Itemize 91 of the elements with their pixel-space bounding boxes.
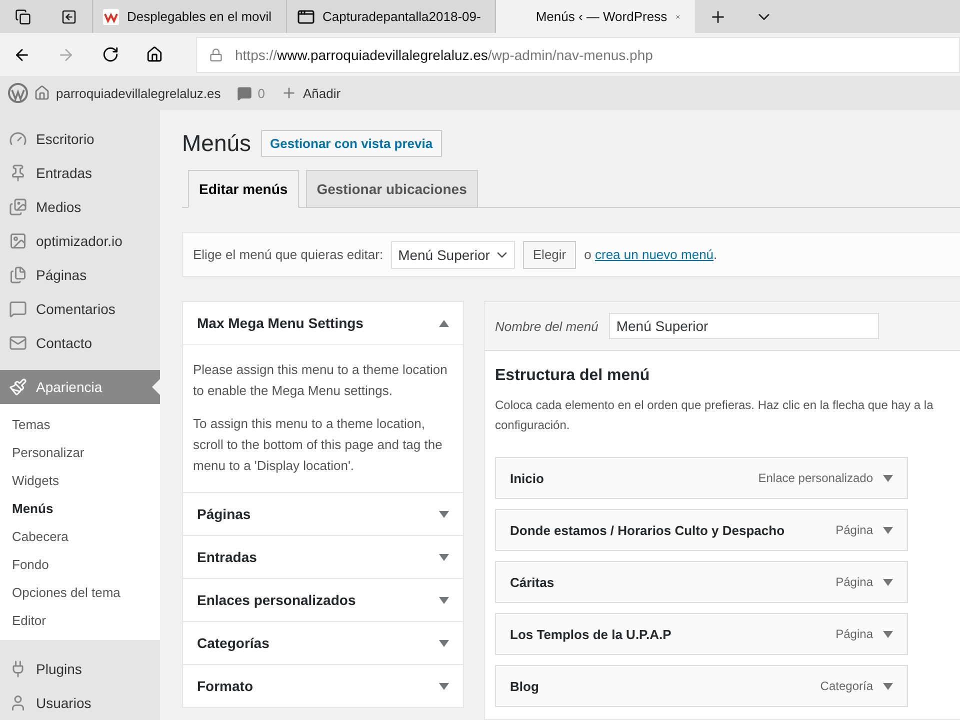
menu-icon (9, 378, 27, 396)
preview-button[interactable]: Gestionar con vista previa (261, 130, 442, 157)
expand-arrow-icon[interactable] (439, 596, 449, 604)
accordion-header[interactable]: Categorías (183, 621, 463, 664)
comment-icon (236, 86, 252, 100)
menu-icon (9, 694, 27, 712)
panel-paragraph: To assign this menu to a theme location, scroll to the bottom of this page and tag the menu to a 'Display location'. (193, 415, 444, 475)
expand-arrow-icon[interactable] (439, 640, 449, 646)
panel-title: Max Mega Menu Settings (197, 315, 364, 331)
menu-item-title: Cáritas (510, 574, 556, 590)
menu-icon (9, 130, 27, 148)
accordion-header[interactable]: Páginas (183, 492, 463, 535)
panel-title: Entradas (197, 549, 257, 565)
accordion-header[interactable]: Formato (183, 664, 463, 707)
address-field[interactable]: https://www.parroquiadevillalegrelaluz.es/wp-admin/nav-menus.php (196, 36, 960, 72)
menu-name-field[interactable]: Menú Superior (609, 313, 880, 339)
panel-title: Formato (197, 678, 253, 694)
menu-item-type: Categoría (820, 679, 873, 693)
description-text: configuración. (495, 417, 571, 434)
accordion-header[interactable]: Enlaces personalizados (183, 578, 463, 621)
submenu-item[interactable]: Menús (0, 494, 160, 522)
submenu-item[interactable]: Fondo (0, 550, 160, 578)
site-favicon-icon (103, 8, 119, 24)
expand-arrow-icon[interactable] (883, 578, 893, 586)
add-new-link[interactable]: Añadir (303, 86, 341, 100)
menu-icon (9, 164, 27, 182)
expand-arrow-icon[interactable] (883, 682, 893, 690)
description-text: Coloca cada elemento en el orden que prefieras. Haz clic en la flecha que hay a la (495, 397, 934, 414)
menu-item-type: Página (836, 627, 873, 641)
accordion-header[interactable]: Max Mega Menu Settings (183, 302, 463, 344)
collapse-arrow-icon[interactable] (439, 320, 449, 326)
select-label: Elige el menú que quieras editar: (193, 247, 384, 262)
expand-arrow-icon[interactable] (439, 510, 449, 518)
sidebar-item[interactable]: Entradas (0, 156, 160, 190)
menu-item[interactable]: Inicio Enlace personalizado (495, 457, 908, 499)
menu-item-title: Inicio (510, 470, 545, 486)
page-tab[interactable]: Gestionar ubicaciones (306, 170, 478, 208)
menu-item-type: Página (836, 523, 873, 537)
panel-paragraph: Please assign this menu to a theme location to enable the Mega Menu settings. (193, 361, 448, 400)
sidebar-item[interactable]: Plugins (0, 652, 160, 686)
sidebar-item[interactable]: Comentarios (0, 292, 160, 326)
home-icon (34, 85, 50, 101)
structure-heading: Estructura del menú (495, 367, 651, 385)
menu-item-type: Enlace personalizado (758, 471, 873, 485)
menu-icon (9, 232, 27, 250)
page-title: Menús (182, 130, 252, 157)
submenu-item[interactable]: Personalizar (0, 438, 160, 466)
panel-title: Páginas (197, 506, 251, 522)
menu-select[interactable]: Menú Superior (391, 240, 515, 268)
menu-name-label: Nombre del menú (495, 318, 598, 334)
submenu-item[interactable]: Editor (0, 606, 160, 634)
create-menu-sentence: o crea un nuevo menú. (584, 247, 718, 262)
panel-title: Enlaces personalizados (197, 592, 356, 608)
expand-arrow-icon[interactable] (883, 630, 893, 638)
accordion-header[interactable]: Entradas (183, 535, 463, 578)
menu-icon (9, 266, 27, 284)
sidebar-item[interactable]: Contacto (0, 326, 160, 360)
sidebar-item[interactable]: Usuarios (0, 686, 160, 720)
site-link[interactable]: parroquiadevillalegrelaluz.es (56, 86, 221, 100)
menu-item[interactable]: Donde estamos / Horarios Culto y Despacho Página (495, 509, 908, 551)
menu-item[interactable]: Cáritas Página (495, 561, 908, 603)
submenu-item[interactable]: Cabecera (0, 522, 160, 550)
expand-arrow-icon[interactable] (439, 682, 449, 690)
submenu-item[interactable]: Widgets (0, 466, 160, 494)
menu-item[interactable]: Los Templos de la U.P.A.P Página (495, 613, 908, 655)
expand-arrow-icon[interactable] (883, 526, 893, 534)
create-menu-link[interactable]: crea un nuevo menú (595, 247, 714, 262)
page-tab[interactable]: Editar menús (188, 170, 299, 208)
menu-icon (9, 198, 27, 216)
submenu-item[interactable]: Temas (0, 410, 160, 438)
sidebar-item[interactable]: Páginas (0, 258, 160, 292)
panel-title: Categorías (197, 635, 270, 651)
menu-item[interactable]: Blog Categoría (495, 665, 908, 707)
sidebar-item[interactable]: optimizador.io (0, 224, 160, 258)
menu-icon (9, 300, 27, 318)
lock-icon (209, 48, 223, 62)
browser-tab[interactable]: Menús ‹ — WordPress (494, 0, 695, 33)
menu-icon (9, 334, 27, 352)
sidebar-item[interactable]: Apariencia (0, 370, 160, 404)
menu-item-title: Blog (510, 678, 540, 694)
expand-arrow-icon[interactable] (439, 554, 449, 560)
menu-item-type: Página (836, 575, 873, 589)
submenu-item[interactable]: Opciones del tema (0, 578, 160, 606)
expand-arrow-icon[interactable] (883, 474, 893, 482)
wordpress-logo-icon[interactable] (8, 83, 28, 103)
window-icon (296, 8, 315, 26)
menu-item-title: Los Templos de la U.P.A.P (510, 626, 672, 642)
menu-item-title: Donde estamos / Horarios Culto y Despacho (510, 522, 786, 538)
sidebar-item[interactable]: Escritorio (0, 122, 160, 156)
choose-button[interactable]: Elegir (522, 240, 576, 268)
sidebar-item[interactable]: Medios (0, 190, 160, 224)
